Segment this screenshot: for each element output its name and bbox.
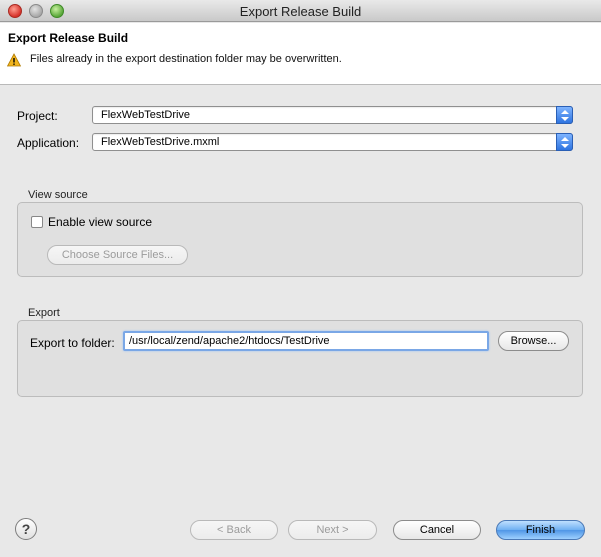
project-select-value: FlexWebTestDrive bbox=[101, 109, 191, 121]
project-label: Project: bbox=[17, 109, 58, 123]
export-release-build-window: Export Release Build Export Release Buil… bbox=[0, 0, 601, 557]
next-button[interactable]: Next > bbox=[288, 520, 377, 540]
cancel-button[interactable]: Cancel bbox=[393, 520, 481, 540]
application-select-value: FlexWebTestDrive.mxml bbox=[101, 136, 220, 148]
warning-message: Files already in the export destination … bbox=[30, 53, 342, 65]
window-title: Export Release Build bbox=[239, 4, 362, 19]
project-select[interactable]: FlexWebTestDrive bbox=[92, 106, 573, 124]
export-group-label: Export bbox=[28, 307, 60, 319]
help-icon[interactable]: ? bbox=[15, 518, 37, 540]
application-label: Application: bbox=[17, 136, 80, 150]
export-folder-input[interactable]: /usr/local/zend/apache2/htdocs/TestDrive bbox=[123, 331, 489, 351]
enable-view-source-label[interactable]: Enable view source bbox=[48, 215, 152, 229]
title-bar[interactable]: Export Release Build bbox=[0, 0, 601, 22]
view-source-group: Enable view source Choose Source Files..… bbox=[17, 202, 583, 277]
select-arrows-icon[interactable] bbox=[556, 106, 573, 124]
view-source-group-label: View source bbox=[28, 189, 88, 201]
finish-button[interactable]: Finish bbox=[496, 520, 585, 540]
back-button[interactable]: < Back bbox=[190, 520, 278, 540]
page-title: Export Release Build bbox=[8, 31, 129, 45]
export-group: Export to folder: /usr/local/zend/apache… bbox=[17, 320, 583, 397]
enable-view-source-checkbox[interactable] bbox=[31, 216, 43, 228]
export-folder-label: Export to folder: bbox=[30, 336, 115, 350]
browse-button[interactable]: Browse... bbox=[498, 331, 569, 351]
wizard-header: Export Release Build Files already in th… bbox=[0, 23, 601, 85]
choose-source-files-button[interactable]: Choose Source Files... bbox=[47, 245, 188, 265]
application-select[interactable]: FlexWebTestDrive.mxml bbox=[92, 133, 573, 151]
warning-icon bbox=[7, 53, 21, 67]
select-arrows-icon[interactable] bbox=[556, 133, 573, 151]
